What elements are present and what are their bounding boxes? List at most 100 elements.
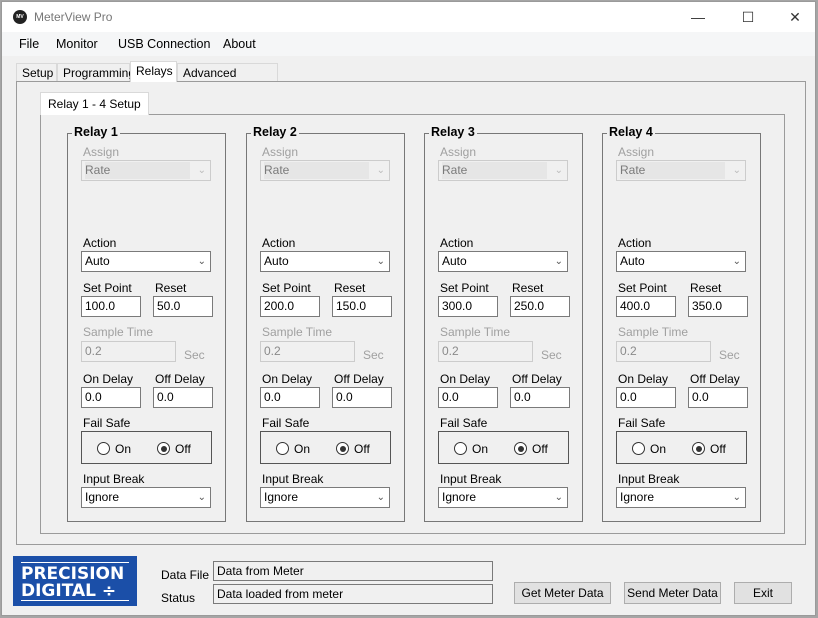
relay-1-on-delay-label: On Delay [83,372,134,386]
relay-1-fail-safe-on-label: On [115,442,132,456]
relay-2-fail-safe-on-radio[interactable]: On [276,442,310,456]
relay-3-input-break-dropdown[interactable]: Ignore ⌄ [438,487,568,508]
exit-button[interactable]: Exit [734,582,792,604]
relay-4-reset-input[interactable]: 350.0 [688,296,748,317]
logo-rule-bottom [21,600,129,601]
relay-4-off-delay-input[interactable]: 0.0 [688,387,748,408]
relay-1-fail-safe-group: On Off [81,431,212,464]
relay-1-input-break-label: Input Break [83,472,145,486]
relay-3-set-point-input[interactable]: 300.0 [438,296,498,317]
relay-2-fail-safe-on-label: On [294,442,311,456]
menu-file[interactable]: File [19,37,39,51]
relay-2-action-dropdown[interactable]: Auto ⌄ [260,251,390,272]
relay-3-fail-safe-on-label: On [472,442,489,456]
relay-4-on-delay-input[interactable]: 0.0 [616,387,676,408]
menu-about[interactable]: About [223,37,256,51]
relay-3-fail-safe-group: On Off [438,431,569,464]
relay-4-input-break-value: Ignore [620,490,655,504]
relay-4-action-value: Auto [620,254,645,268]
relay-2-on-delay-label: On Delay [262,372,313,386]
tab-relay-1-4-setup[interactable]: Relay 1 - 4 Setup [40,92,149,115]
maximize-button[interactable]: ☐ [725,2,771,32]
relay-1-reset-input[interactable]: 50.0 [153,296,213,317]
relay-2-fail-safe-group: On Off [260,431,391,464]
relay-4-off-delay-label: Off Delay [690,372,740,386]
relay-2-off-delay-label: Off Delay [334,372,384,386]
minimize-button[interactable]: — [675,2,721,32]
relay-2-input-break-dropdown[interactable]: Ignore ⌄ [260,487,390,508]
relay-3-on-delay-input[interactable]: 0.0 [438,387,498,408]
title-bar: MV PRO MeterView Pro — ☐ ✕ [2,2,818,34]
relay-2-fail-safe-off-radio[interactable]: Off [336,442,370,456]
relay-1-sample-time-input[interactable]: 0.2 [81,341,176,362]
chevron-down-icon: ⌄ [732,492,741,503]
relay-2-input-break-label: Input Break [262,472,324,486]
relay-2-assign-dropdown[interactable]: Rate ⌄ [260,160,390,181]
relay-4-reset-label: Reset [690,281,722,295]
chevron-down-icon: ⌄ [554,165,563,176]
relay-4-action-label: Action [618,236,652,250]
relay-4-title: Relay 4 [607,125,655,139]
relay-1-input-break-value: Ignore [85,490,120,504]
relay-3-sample-time-input[interactable]: 0.2 [438,341,533,362]
relay-4-action-dropdown[interactable]: Auto ⌄ [616,251,746,272]
relay-4-set-point-input[interactable]: 400.0 [616,296,676,317]
relay-4-input-break-label: Input Break [618,472,680,486]
relay-3-fail-safe-on-radio[interactable]: On [454,442,488,456]
relay-3-action-value: Auto [442,254,467,268]
relay-3-input-break-label: Input Break [440,472,502,486]
relay-2-off-delay-input[interactable]: 0.0 [332,387,392,408]
relay-2-fail-safe-label: Fail Safe [262,416,310,430]
chevron-down-icon: ⌄ [554,256,563,267]
relay-4-input-break-dropdown[interactable]: Ignore ⌄ [616,487,746,508]
window-title: MeterView Pro [34,10,113,24]
relay-3-on-delay-label: On Delay [440,372,491,386]
radio-checked-icon [157,442,170,455]
relay-1-action-value: Auto [85,254,110,268]
relay-1-fail-safe-off-radio[interactable]: Off [157,442,191,456]
relay-4-fail-safe-label: Fail Safe [618,416,666,430]
relay-1-on-delay-input[interactable]: 0.0 [81,387,141,408]
relay-2-set-point-input[interactable]: 200.0 [260,296,320,317]
relay-3-off-delay-label: Off Delay [512,372,562,386]
relay-2-on-delay-input[interactable]: 0.0 [260,387,320,408]
get-meter-data-button[interactable]: Get Meter Data [514,582,611,604]
relay-1-off-delay-input[interactable]: 0.0 [153,387,213,408]
relay-2-reset-input[interactable]: 150.0 [332,296,392,317]
relay-1-off-delay-label: Off Delay [155,372,205,386]
menu-usb-connection[interactable]: USB Connection [118,37,210,51]
relay-3-reset-input[interactable]: 250.0 [510,296,570,317]
chevron-down-icon: ⌄ [197,256,206,267]
relay-2-action-value: Auto [264,254,289,268]
close-button[interactable]: ✕ [772,2,818,32]
relay-3-reset-label: Reset [512,281,544,295]
relay-2-set-point-label: Set Point [262,281,311,295]
relay-2-action-label: Action [262,236,296,250]
tab-setup[interactable]: Setup [16,63,57,81]
tab-programming[interactable]: Programming [57,63,135,81]
send-meter-data-button[interactable]: Send Meter Data [624,582,721,604]
relay-4-fail-safe-on-radio[interactable]: On [632,442,666,456]
relay-1-set-point-input[interactable]: 100.0 [81,296,141,317]
relay-3-action-dropdown[interactable]: Auto ⌄ [438,251,568,272]
relay-1-input-break-dropdown[interactable]: Ignore ⌄ [81,487,211,508]
relay-3-assign-dropdown[interactable]: Rate ⌄ [438,160,568,181]
relay-1-sec-label: Sec [184,348,205,362]
relay-3-set-point-label: Set Point [440,281,489,295]
relay-4-sample-time-input[interactable]: 0.2 [616,341,711,362]
relay-1-fail-safe-on-radio[interactable]: On [97,442,131,456]
relay-3-fail-safe-off-radio[interactable]: Off [514,442,548,456]
chevron-down-icon: ⌄ [197,492,206,503]
relay-1-action-dropdown[interactable]: Auto ⌄ [81,251,211,272]
data-file-label: Data File [161,568,210,582]
relay-4-fail-safe-off-radio[interactable]: Off [692,442,726,456]
chevron-down-icon: ⌄ [376,256,385,267]
relay-4-assign-dropdown[interactable]: Rate ⌄ [616,160,746,181]
menu-monitor[interactable]: Monitor [56,37,98,51]
relay-3-off-delay-input[interactable]: 0.0 [510,387,570,408]
tab-relays[interactable]: Relays [130,61,177,82]
tab-advanced-features[interactable]: Advanced Features [177,63,278,98]
relay-4-fail-safe-group: On Off [616,431,747,464]
relay-2-sample-time-input[interactable]: 0.2 [260,341,355,362]
relay-1-assign-dropdown[interactable]: Rate ⌄ [81,160,211,181]
